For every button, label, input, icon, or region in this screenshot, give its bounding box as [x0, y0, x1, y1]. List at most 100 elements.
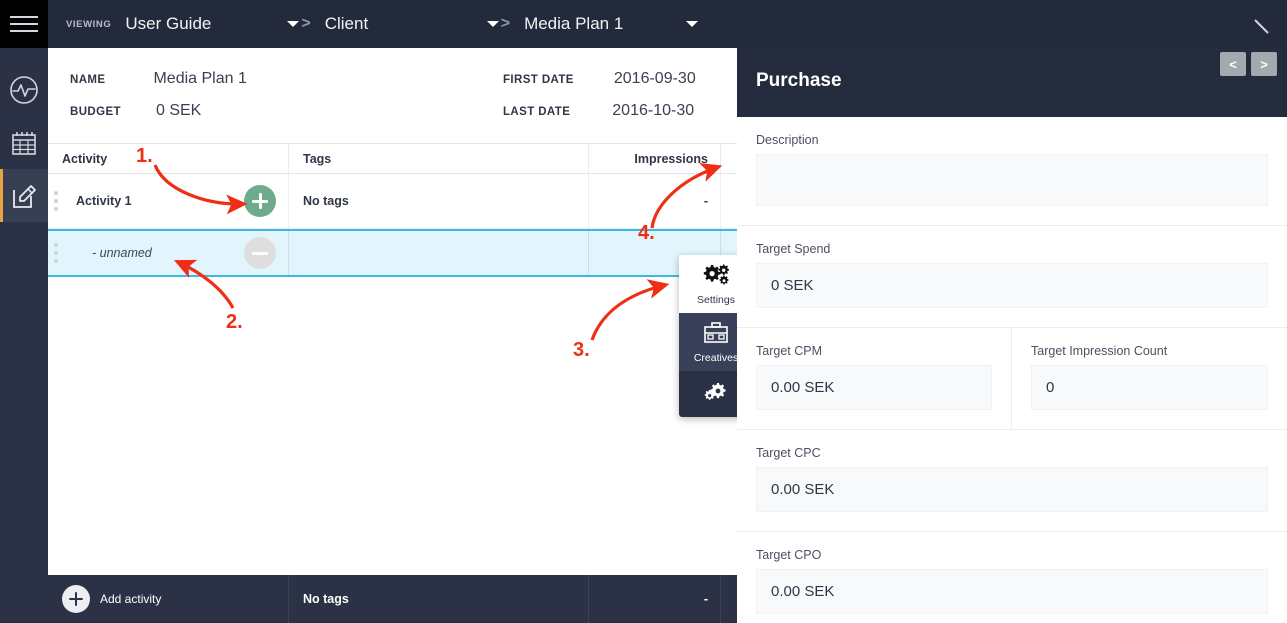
- edit-pencil-icon: [10, 182, 38, 210]
- add-bar-tags[interactable]: No tags: [289, 575, 589, 623]
- add-bar-impressions: -: [589, 575, 721, 623]
- detail-panel-header: Purchase < >: [737, 45, 1287, 117]
- purchase-detail-panel: Purchase < > Description Target Spend 0 …: [737, 45, 1287, 623]
- column-header-tags[interactable]: Tags: [289, 143, 589, 174]
- viewing-label: VIEWING: [66, 18, 112, 30]
- breadcrumb-label: Media Plan 1: [524, 14, 624, 33]
- hamburger-line: [10, 30, 38, 32]
- plus-bar-vertical: [74, 592, 78, 606]
- column-header-extra: [721, 143, 738, 174]
- add-bar-extra: [721, 575, 738, 623]
- plus-icon: [62, 585, 90, 613]
- cell-activity: Activity 1: [48, 174, 289, 228]
- add-activity-label: Add activity: [100, 592, 162, 606]
- field-label: Target CPO: [756, 548, 822, 562]
- description-input[interactable]: [756, 154, 1268, 206]
- sidebar-item-analytics[interactable]: [0, 63, 48, 116]
- target-cpo-input[interactable]: 0.00 SEK: [756, 569, 1268, 614]
- table-row[interactable]: - unnamed: [48, 229, 738, 277]
- field-target-cpo: Target CPO 0.00 SEK: [737, 532, 1287, 623]
- add-activity-bar: Add activity No tags -: [48, 575, 738, 623]
- top-header-bar: VIEWING User Guide > Client > Media Plan…: [48, 0, 1287, 48]
- info-label: FIRST DATE: [503, 74, 574, 86]
- cell-tags[interactable]: No tags: [289, 174, 589, 228]
- drag-handle-icon[interactable]: [54, 243, 58, 263]
- info-field-budget: BUDGET 0 SEK: [70, 102, 201, 120]
- briefcase-icon: [701, 321, 731, 350]
- breadcrumb-label: User Guide: [125, 14, 212, 33]
- info-value: 2016-10-30: [612, 102, 695, 119]
- info-label: BUDGET: [70, 106, 121, 118]
- breadcrumb-user-guide[interactable]: User Guide: [125, 14, 300, 34]
- field-label: Target Spend: [756, 242, 831, 256]
- next-button[interactable]: >: [1251, 52, 1277, 76]
- info-value: 2016-09-30: [613, 70, 696, 87]
- field-label: Target CPM: [756, 344, 822, 358]
- chevron-down-icon[interactable]: [486, 21, 499, 27]
- left-sidebar: [0, 0, 48, 623]
- field-target-cpm: Target CPM 0.00 SEK: [737, 328, 1012, 429]
- minus-bar: [252, 251, 268, 255]
- table-row[interactable]: Activity 1 No tags -: [48, 174, 738, 229]
- cell-impressions: -: [589, 174, 721, 228]
- activity-name: - unnamed: [92, 246, 152, 260]
- cell-tags[interactable]: [289, 231, 589, 275]
- target-cpc-input[interactable]: 0.00 SEK: [756, 467, 1268, 512]
- info-field-last-date: LAST DATE 2016-10-30: [503, 102, 694, 120]
- activity-name: Activity 1: [76, 194, 132, 208]
- detail-panel-body: Description Target Spend 0 SEK Target CP…: [737, 117, 1287, 623]
- context-menu-label: Settings: [697, 293, 735, 306]
- add-sub-activity-button[interactable]: [244, 185, 276, 217]
- add-activity-button[interactable]: Add activity: [48, 575, 289, 623]
- cell-activity: - unnamed: [48, 231, 289, 275]
- breadcrumb-client[interactable]: Client: [325, 14, 499, 34]
- breadcrumb-separator: >: [500, 15, 511, 32]
- pulse-chart-icon: [9, 75, 39, 105]
- field-label: Description: [756, 133, 819, 147]
- media-plan-info-panel: NAME Media Plan 1 BUDGET 0 SEK FIRST DAT…: [48, 48, 738, 144]
- breadcrumb-label: Client: [324, 14, 369, 33]
- app-root: VIEWING User Guide > Client > Media Plan…: [0, 0, 1287, 623]
- context-menu-label: Creatives: [693, 351, 739, 364]
- prev-button[interactable]: <: [1220, 52, 1246, 76]
- gears-icon: [701, 263, 731, 292]
- activity-table: Activity Tags Impressions Activity 1 No …: [48, 143, 738, 575]
- drag-handle-icon[interactable]: [54, 191, 58, 211]
- hamburger-line: [10, 16, 38, 18]
- info-value: Media Plan 1: [153, 70, 247, 87]
- cell-extra: [721, 174, 738, 228]
- breadcrumb-media-plan[interactable]: Media Plan 1: [524, 14, 699, 34]
- target-impression-count-input[interactable]: 0: [1031, 365, 1268, 410]
- hamburger-line: [10, 23, 38, 25]
- field-description: Description: [737, 117, 1287, 226]
- field-label: Target Impression Count: [1031, 344, 1168, 358]
- chevron-down-icon[interactable]: [287, 21, 300, 27]
- info-label: NAME: [70, 74, 106, 86]
- field-target-spend: Target Spend 0 SEK: [737, 226, 1287, 328]
- target-cpm-input[interactable]: 0.00 SEK: [756, 365, 992, 410]
- field-target-impression-count: Target Impression Count 0: [1012, 328, 1287, 429]
- detail-nav-buttons: < >: [1220, 52, 1277, 76]
- breadcrumb-separator: >: [301, 15, 311, 32]
- field-row-cpm-impressions: Target CPM 0.00 SEK Target Impression Co…: [737, 328, 1287, 430]
- field-target-cpc: Target CPC 0.00 SEK: [737, 430, 1287, 532]
- info-field-first-date: FIRST DATE 2016-09-30: [503, 70, 696, 88]
- info-label: LAST DATE: [503, 106, 571, 118]
- info-field-name: NAME Media Plan 1: [70, 70, 247, 88]
- sidebar-item-planner[interactable]: [0, 169, 48, 222]
- calendar-icon: [10, 129, 38, 157]
- table-header-row: Activity Tags Impressions: [48, 143, 738, 174]
- page-title: Purchase: [756, 70, 842, 91]
- target-spend-input[interactable]: 0 SEK: [756, 263, 1268, 308]
- plus-bar-vertical: [258, 193, 262, 209]
- chevron-down-icon[interactable]: [686, 21, 699, 27]
- column-header-impressions[interactable]: Impressions: [589, 143, 721, 174]
- sidebar-item-calendar[interactable]: [0, 116, 48, 169]
- gears-icon: [702, 380, 730, 409]
- remove-sub-activity-button[interactable]: [244, 237, 276, 269]
- diagonal-resize-icon[interactable]: [1251, 16, 1273, 38]
- info-value: 0 SEK: [155, 102, 202, 119]
- field-label: Target CPC: [756, 446, 821, 460]
- hamburger-menu-icon[interactable]: [0, 0, 48, 48]
- column-header-activity[interactable]: Activity: [48, 143, 289, 174]
